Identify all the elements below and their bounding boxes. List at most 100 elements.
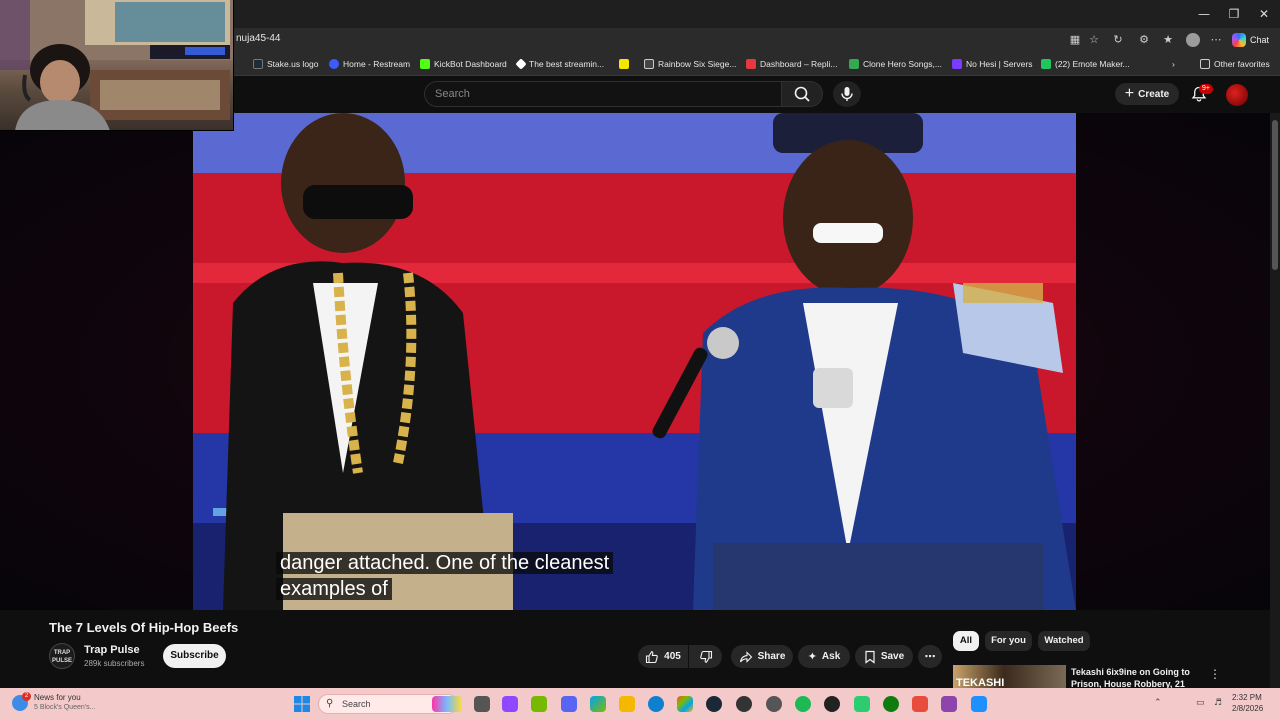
create-label: Create (1138, 88, 1170, 100)
bookmark-item[interactable]: (22) Emote Maker... (1041, 58, 1130, 70)
discord-icon[interactable] (561, 696, 577, 712)
microphone-icon (841, 87, 853, 101)
close-icon[interactable]: ✕ (1248, 4, 1280, 24)
account-avatar[interactable] (1226, 84, 1248, 106)
bookmark-item[interactable]: Home - Restream (329, 58, 410, 70)
bookmark-item[interactable]: Clone Hero Songs,... (849, 58, 942, 70)
4k-video-icon[interactable] (824, 696, 840, 712)
nvidia-icon[interactable] (531, 696, 547, 712)
task-view-icon[interactable] (474, 696, 490, 712)
steam-icon[interactable] (706, 696, 722, 712)
minimize-icon[interactable]: — (1188, 4, 1220, 24)
app-slash-icon[interactable] (912, 696, 928, 712)
url-text[interactable]: nuja45-44 (236, 33, 280, 44)
taskbar-search-label: Search (342, 699, 371, 709)
create-button[interactable]: + Create (1115, 83, 1179, 105)
thumbs-down-icon (699, 650, 712, 663)
channel-avatar[interactable]: TRAP PULSE (49, 643, 75, 669)
bookmark-favicon-icon (952, 59, 962, 69)
bookmark-item[interactable]: The best streamin... (515, 58, 604, 70)
tray-chevron-icon[interactable]: ⌃ (1154, 698, 1162, 708)
caption-line-1: danger attached. One of the cleanest (276, 552, 614, 574)
thumbs-up-icon (646, 650, 658, 663)
bookmark-icon (865, 650, 875, 664)
ask-button[interactable]: ✦ Ask (798, 645, 850, 668)
edge-browser-icon[interactable] (648, 696, 664, 712)
copilot-app-icon[interactable] (590, 696, 606, 712)
bookmark-favicon-icon (644, 59, 654, 69)
share-arrow-icon (739, 650, 752, 663)
save-label: Save (880, 651, 905, 662)
copilot-chat-button[interactable]: Chat (1232, 32, 1269, 48)
voice-search-button[interactable] (833, 81, 861, 107)
bookmarks-overflow-icon[interactable]: › (1172, 58, 1175, 70)
microsoft-store-icon[interactable] (677, 696, 693, 712)
webcam-feed-image (0, 0, 233, 130)
windows-taskbar (0, 688, 1280, 720)
bookmark-item[interactable] (619, 58, 629, 70)
network-icon[interactable]: ▭ (1196, 698, 1205, 708)
news-widget-title[interactable]: News for you (34, 693, 81, 702)
chat-label: Chat (1250, 35, 1270, 45)
favorites-icon[interactable]: ★ (1161, 33, 1175, 47)
bookmark-item[interactable]: Rainbow Six Siege... (644, 58, 736, 70)
share-button[interactable]: Share (731, 645, 793, 668)
obs-icon[interactable] (736, 696, 752, 712)
windows-start-icon[interactable] (294, 696, 310, 712)
clock-time[interactable]: 2:32 PM (1232, 693, 1262, 702)
app-window-icon[interactable] (971, 696, 987, 712)
twitch-icon[interactable] (502, 696, 518, 712)
tab-grid-icon[interactable]: ▦ (1068, 33, 1082, 47)
like-button[interactable]: 405 (638, 645, 688, 668)
caption-line-2: examples of (276, 578, 392, 600)
recommended-video-title[interactable]: Tekashi 6ix9ine on Going to Prison, Hous… (1071, 666, 1201, 688)
spotify-icon[interactable] (795, 696, 811, 712)
other-favorites[interactable]: Other favorites (1200, 58, 1270, 70)
bookmark-item[interactable]: Stake.us logo (253, 58, 319, 70)
profile-avatar[interactable] (1186, 33, 1200, 47)
channel-name[interactable]: Trap Pulse (84, 644, 140, 656)
search-highlight-icon (432, 696, 462, 712)
video-player[interactable] (193, 113, 1076, 610)
snapchat-icon (619, 59, 629, 69)
app-b-icon[interactable] (854, 696, 870, 712)
subscribe-button[interactable]: Subscribe (163, 644, 226, 668)
scrollbar-thumb[interactable] (1272, 120, 1278, 270)
ask-label: Ask (821, 651, 841, 662)
chip-watched[interactable]: Watched (1038, 631, 1090, 651)
more-menu-icon[interactable]: ⋯ (1209, 33, 1223, 47)
search-placeholder: Search (435, 88, 470, 100)
news-widget-subtitle: 5 Block's Queen's... (34, 704, 96, 711)
app-e-icon[interactable] (941, 696, 957, 712)
file-explorer-icon[interactable] (619, 696, 635, 712)
volume-icon[interactable]: ♬ (1214, 698, 1222, 708)
bookmark-item[interactable]: Dashboard – Repli... (746, 58, 838, 70)
extensions-icon[interactable]: ⚙ (1137, 33, 1151, 47)
bookmark-item[interactable]: No Hesi | Servers (952, 58, 1032, 70)
share-label: Share (757, 651, 786, 662)
chip-all[interactable]: All (953, 631, 979, 651)
sparkle-icon: ✦ (807, 650, 817, 663)
bookmark-favicon-icon (420, 59, 430, 69)
bookmark-favicon-icon (849, 59, 859, 69)
xbox-icon[interactable] (883, 696, 899, 712)
more-vertical-icon[interactable]: ⋮ (1208, 666, 1222, 682)
search-button[interactable] (781, 81, 823, 107)
chip-for-you[interactable]: For you (985, 631, 1032, 651)
refresh-icon[interactable]: ↻ (1111, 33, 1125, 47)
taskbar-search-icon: ⚲ (326, 698, 334, 709)
bookmark-favicon-icon (329, 59, 339, 69)
bookmark-favicon-icon (1041, 59, 1051, 69)
save-button[interactable]: Save (855, 645, 913, 668)
star-icon[interactable]: ☆ (1087, 33, 1101, 47)
dislike-button[interactable] (689, 645, 722, 668)
bookmark-favicon-icon (515, 58, 527, 70)
more-actions-button[interactable]: ⋯ (918, 645, 942, 668)
search-input[interactable] (424, 81, 781, 107)
bookmark-item[interactable]: KickBot Dashboard (420, 58, 507, 70)
settings-gear-icon[interactable] (766, 696, 782, 712)
subscriber-count: 289k subscribers (84, 659, 145, 668)
webcam-overlay (0, 0, 234, 131)
maximize-icon[interactable]: ❐ (1218, 4, 1250, 24)
clock-date[interactable]: 2/8/2026 (1232, 704, 1263, 713)
